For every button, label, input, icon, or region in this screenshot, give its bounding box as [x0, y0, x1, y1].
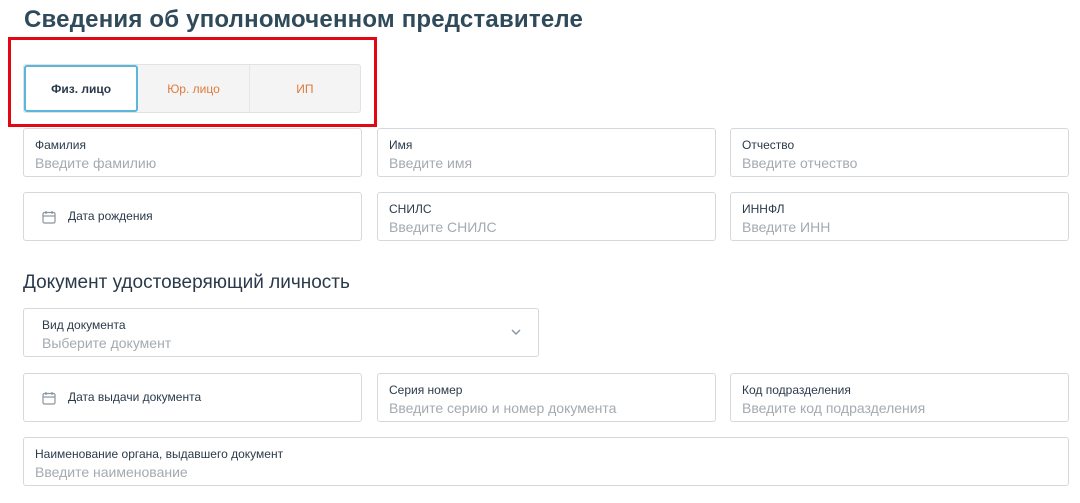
series-number-placeholder: Введите серию и номер документа: [389, 400, 617, 416]
series-number-label: Серия номер: [389, 383, 463, 397]
inn-field[interactable]: ИННФЛ Введите ИНН: [730, 192, 1069, 241]
snils-label: СНИЛС: [389, 202, 432, 216]
snils-placeholder: Введите СНИЛС: [389, 219, 497, 235]
first-name-field[interactable]: Имя Введите имя: [377, 128, 716, 177]
issuer-label: Наименование органа, выдавшего документ: [35, 447, 284, 461]
chevron-down-icon: [511, 329, 521, 335]
middle-name-placeholder: Введите отчество: [742, 155, 858, 171]
inn-placeholder: Введите ИНН: [742, 219, 831, 235]
issue-date-field[interactable]: Дата выдачи документа: [23, 373, 362, 422]
document-section-title: Документ удостоверяющий личность: [23, 272, 350, 293]
middle-name-label: Отчество: [742, 138, 795, 152]
last-name-placeholder: Введите фамилию: [35, 155, 157, 171]
calendar-icon: [42, 392, 56, 405]
document-type-label: Вид документа: [42, 318, 126, 332]
document-type-select[interactable]: Вид документа Выберите документ: [23, 308, 539, 357]
calendar-icon: [42, 211, 56, 224]
page-title: Сведения об уполномоченном представителе: [24, 6, 584, 33]
division-code-field[interactable]: Код подразделения Введите код подразделе…: [730, 373, 1069, 422]
tab-individual[interactable]: Физ. лицо: [24, 65, 139, 112]
inn-label: ИННФЛ: [742, 202, 785, 216]
issue-date-label: Дата выдачи документа: [68, 390, 202, 404]
last-name-field[interactable]: Фамилия Введите фамилию: [23, 128, 362, 177]
division-code-label: Код подразделения: [742, 383, 851, 397]
first-name-label: Имя: [389, 138, 413, 152]
birth-date-field[interactable]: Дата рождения: [23, 192, 362, 241]
series-number-field[interactable]: Серия номер Введите серию и номер докуме…: [377, 373, 716, 422]
birth-date-label: Дата рождения: [68, 209, 153, 223]
issuer-field[interactable]: Наименование органа, выдавшего документ …: [23, 437, 1069, 486]
last-name-label: Фамилия: [35, 138, 86, 152]
tab-legal-entity[interactable]: Юр. лицо: [138, 65, 250, 112]
issuer-placeholder: Введите наименование: [35, 464, 188, 480]
tab-entrepreneur[interactable]: ИП: [250, 65, 360, 112]
first-name-placeholder: Введите имя: [389, 155, 473, 171]
middle-name-field[interactable]: Отчество Введите отчество: [730, 128, 1069, 177]
entity-type-tabs: Физ. лицо Юр. лицо ИП: [23, 64, 361, 113]
snils-field[interactable]: СНИЛС Введите СНИЛС: [377, 192, 716, 241]
division-code-placeholder: Введите код подразделения: [742, 400, 926, 416]
document-type-placeholder: Выберите документ: [42, 335, 172, 351]
